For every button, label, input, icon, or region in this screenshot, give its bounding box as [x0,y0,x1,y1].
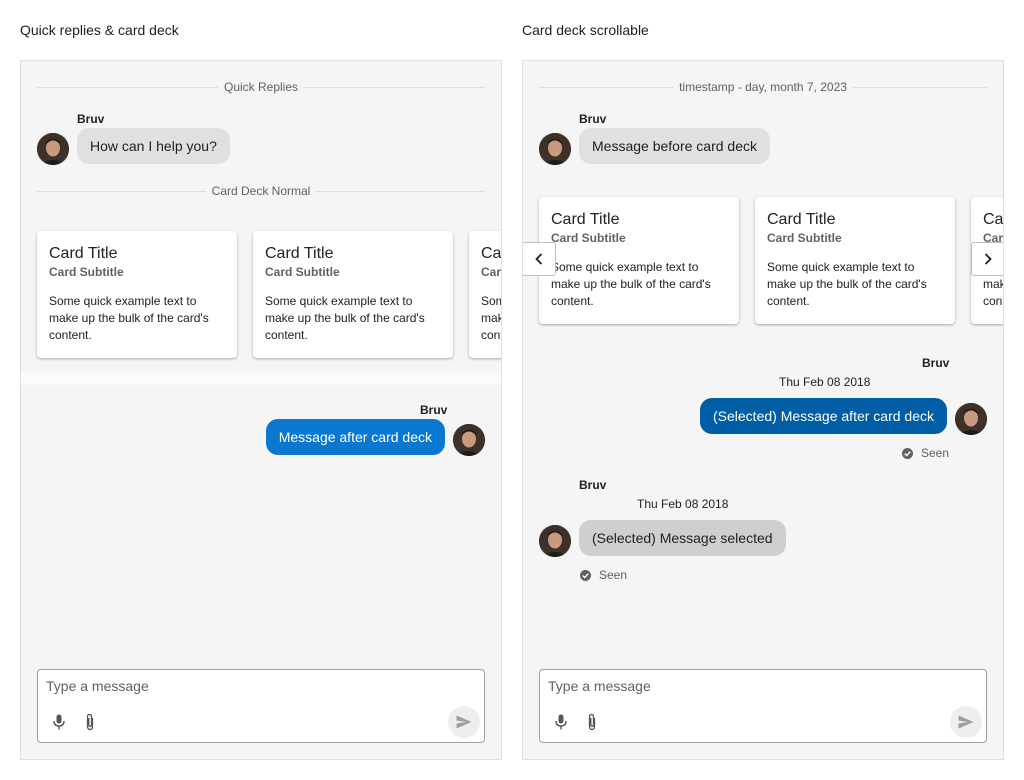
card[interactable]: Card Title Card Subtitle Some quick exam… [253,231,453,358]
avatar[interactable] [37,133,69,165]
card-subtitle: Card Subtitle [265,265,340,279]
card-title: Card Title [767,211,836,228]
mic-icon[interactable] [554,714,568,730]
card-text: Some quick example text to make up the b… [49,294,209,342]
send-icon [958,715,974,729]
seen-status: Seen [580,568,627,582]
card-title: Card Title [983,211,1004,228]
card-subtitle: Card Subtitle [49,265,124,279]
divider-card-deck-normal: Card Deck Normal [37,184,485,198]
avatar[interactable] [453,424,485,456]
paperclip-icon[interactable] [586,713,598,731]
send-button[interactable] [950,706,982,738]
sender-name: Bruv [77,112,105,126]
avatar[interactable] [539,525,571,557]
avatar[interactable] [539,133,571,165]
sender-name: Bruv [922,356,950,370]
card[interactable]: Card Title Card Subtitle Some quick exam… [469,231,502,358]
card-text: Some quick example text to make up the b… [481,294,502,342]
message-bubble-incoming[interactable]: Message before card deck [579,128,770,164]
message-composer [37,669,485,743]
seen-label: Seen [599,568,628,582]
card-text: Some quick example text to make up the b… [767,260,927,308]
message-bubble-outgoing-selected[interactable]: (Selected) Message after card deck [700,398,947,434]
message-timestamp: Thu Feb 08 2018 [637,497,729,511]
panel-title-quick-replies: Quick replies & card deck [20,22,179,38]
card-deck-next-button[interactable] [971,242,1003,276]
card-title: Card Title [49,245,118,262]
card[interactable]: Card Title Card Subtitle Some quick exam… [755,197,955,324]
send-icon [456,715,472,729]
sender-name: Bruv [420,403,448,417]
divider-label: timestamp - day, month 7, 2023 [679,80,847,94]
card-subtitle: Card Subtitle [767,231,842,245]
message-input[interactable] [548,678,948,694]
card-title: Card Title [265,245,334,262]
chat-panel-quick-replies: Quick Replies Bruv How can I help you? C… [20,60,502,760]
message-bubble-incoming-selected[interactable]: (Selected) Message selected [579,520,786,556]
divider-timestamp: timestamp - day, month 7, 2023 [539,80,987,94]
card-text: Some quick example text to make up the b… [265,294,425,342]
message-bubble-incoming[interactable]: How can I help you? [77,128,230,164]
card-subtitle: Card Subtitle [551,231,626,245]
card-title: Card Title [481,245,502,262]
send-button[interactable] [448,706,480,738]
chat-panel-card-deck-scrollable: timestamp - day, month 7, 2023 Bruv Mess… [522,60,1004,760]
chevron-right-icon [984,253,992,265]
card-deck-scrollbar-track [21,373,501,385]
card[interactable]: Card Title Card Subtitle Some quick exam… [539,197,739,324]
paperclip-icon[interactable] [84,713,96,731]
card-subtitle: Card Subtitle [481,265,502,279]
message-input[interactable] [46,678,446,694]
panel-title-card-deck-scrollable: Card deck scrollable [522,22,649,38]
chevron-left-icon [535,253,543,265]
divider-label: Quick Replies [223,80,299,94]
divider-label: Card Deck Normal [211,184,311,198]
card-text: Some quick example text to make up the b… [551,260,711,308]
card-title: Card Title [551,211,620,228]
avatar[interactable] [955,403,987,435]
mic-icon[interactable] [52,714,66,730]
message-timestamp: Thu Feb 08 2018 [779,375,871,389]
seen-status: Seen [902,446,949,460]
seen-label: Seen [921,446,950,460]
message-composer [539,669,987,743]
card-deck-prev-button[interactable] [523,242,556,276]
message-bubble-outgoing[interactable]: Message after card deck [265,419,445,455]
divider-quick-replies: Quick Replies [37,80,485,94]
check-circle-icon [902,447,913,459]
sender-name: Bruv [579,478,607,492]
card[interactable]: Card Title Card Subtitle Some quick exam… [37,231,237,358]
check-circle-icon [580,569,591,581]
sender-name: Bruv [579,112,607,126]
